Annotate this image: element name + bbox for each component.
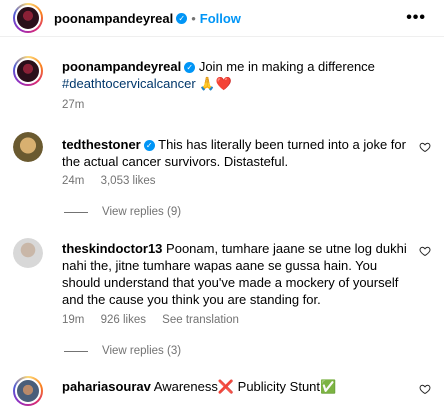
comment-avatar-image (15, 378, 41, 404)
caption-meta: 27m (62, 99, 97, 111)
comment-text: theskindoctor13 Poonam, tumhare jaane se… (62, 240, 412, 308)
follow-button[interactable]: Follow (200, 11, 241, 26)
caption-body: Join me in making a difference (198, 59, 375, 74)
view-replies-label[interactable]: View replies (9) (102, 206, 181, 218)
replies-line (64, 350, 88, 352)
view-replies-button[interactable]: View replies (3) (64, 345, 181, 357)
comment-time[interactable]: 24m (62, 175, 84, 187)
verified-badge-icon: ✓ (143, 140, 155, 152)
see-translation-link[interactable]: See translation (162, 314, 239, 326)
caption-avatar-image (15, 58, 41, 84)
comment-avatar[interactable] (13, 376, 43, 406)
comment-time[interactable]: 19m (62, 314, 84, 326)
comment-username[interactable]: theskindoctor13 (62, 241, 162, 256)
heart-outline-icon[interactable] (419, 141, 431, 153)
comment-text: pahariasourav Awareness❌ Publicity Stunt… (62, 378, 412, 395)
heart-outline-icon[interactable] (419, 245, 431, 257)
verified-badge-icon: ✓ (176, 13, 188, 25)
separator-dot: • (191, 11, 196, 26)
author-avatar[interactable] (13, 3, 43, 33)
caption-emoji: 🙏❤️ (199, 76, 232, 91)
comment-avatar[interactable] (13, 132, 43, 162)
header-title-row: poonampandeyreal ✓ • Follow (54, 10, 241, 28)
verified-badge-icon: ✓ (184, 62, 196, 74)
comment-meta: 24m 3,053 likes (62, 175, 169, 187)
comment-avatar-image (13, 238, 43, 268)
author-avatar-image (15, 5, 41, 31)
comment-avatar[interactable] (13, 238, 43, 268)
heart-outline-icon[interactable] (419, 383, 431, 395)
comment-body: Awareness❌ Publicity Stunt✅ (153, 379, 337, 394)
comment-text: tedthestoner ✓ This has literally been tu… (62, 136, 412, 170)
caption-username[interactable]: poonampandeyreal (62, 59, 181, 74)
caption-hashtag[interactable]: #deathtocervicalcancer (62, 76, 196, 91)
view-replies-label[interactable]: View replies (3) (102, 345, 181, 357)
caption-time[interactable]: 27m (62, 99, 84, 111)
post-header: poonampandeyreal ✓ • Follow ••• (0, 0, 444, 37)
comment-likes[interactable]: 3,053 likes (101, 175, 156, 187)
comment-avatar-image (13, 132, 43, 162)
caption-text: poonampandeyreal ✓ Join me in making a di… (62, 58, 402, 92)
comment-username[interactable]: pahariasourav (62, 379, 151, 394)
comment-username[interactable]: tedthestoner (62, 137, 141, 152)
comment-likes[interactable]: 926 likes (101, 314, 146, 326)
replies-line (64, 211, 88, 213)
view-replies-button[interactable]: View replies (9) (64, 206, 181, 218)
comment-meta: 19m 926 likes See translation (62, 314, 252, 326)
caption-avatar[interactable] (13, 56, 43, 86)
more-options-icon[interactable]: ••• (406, 9, 426, 27)
author-username[interactable]: poonampandeyreal (54, 11, 173, 26)
